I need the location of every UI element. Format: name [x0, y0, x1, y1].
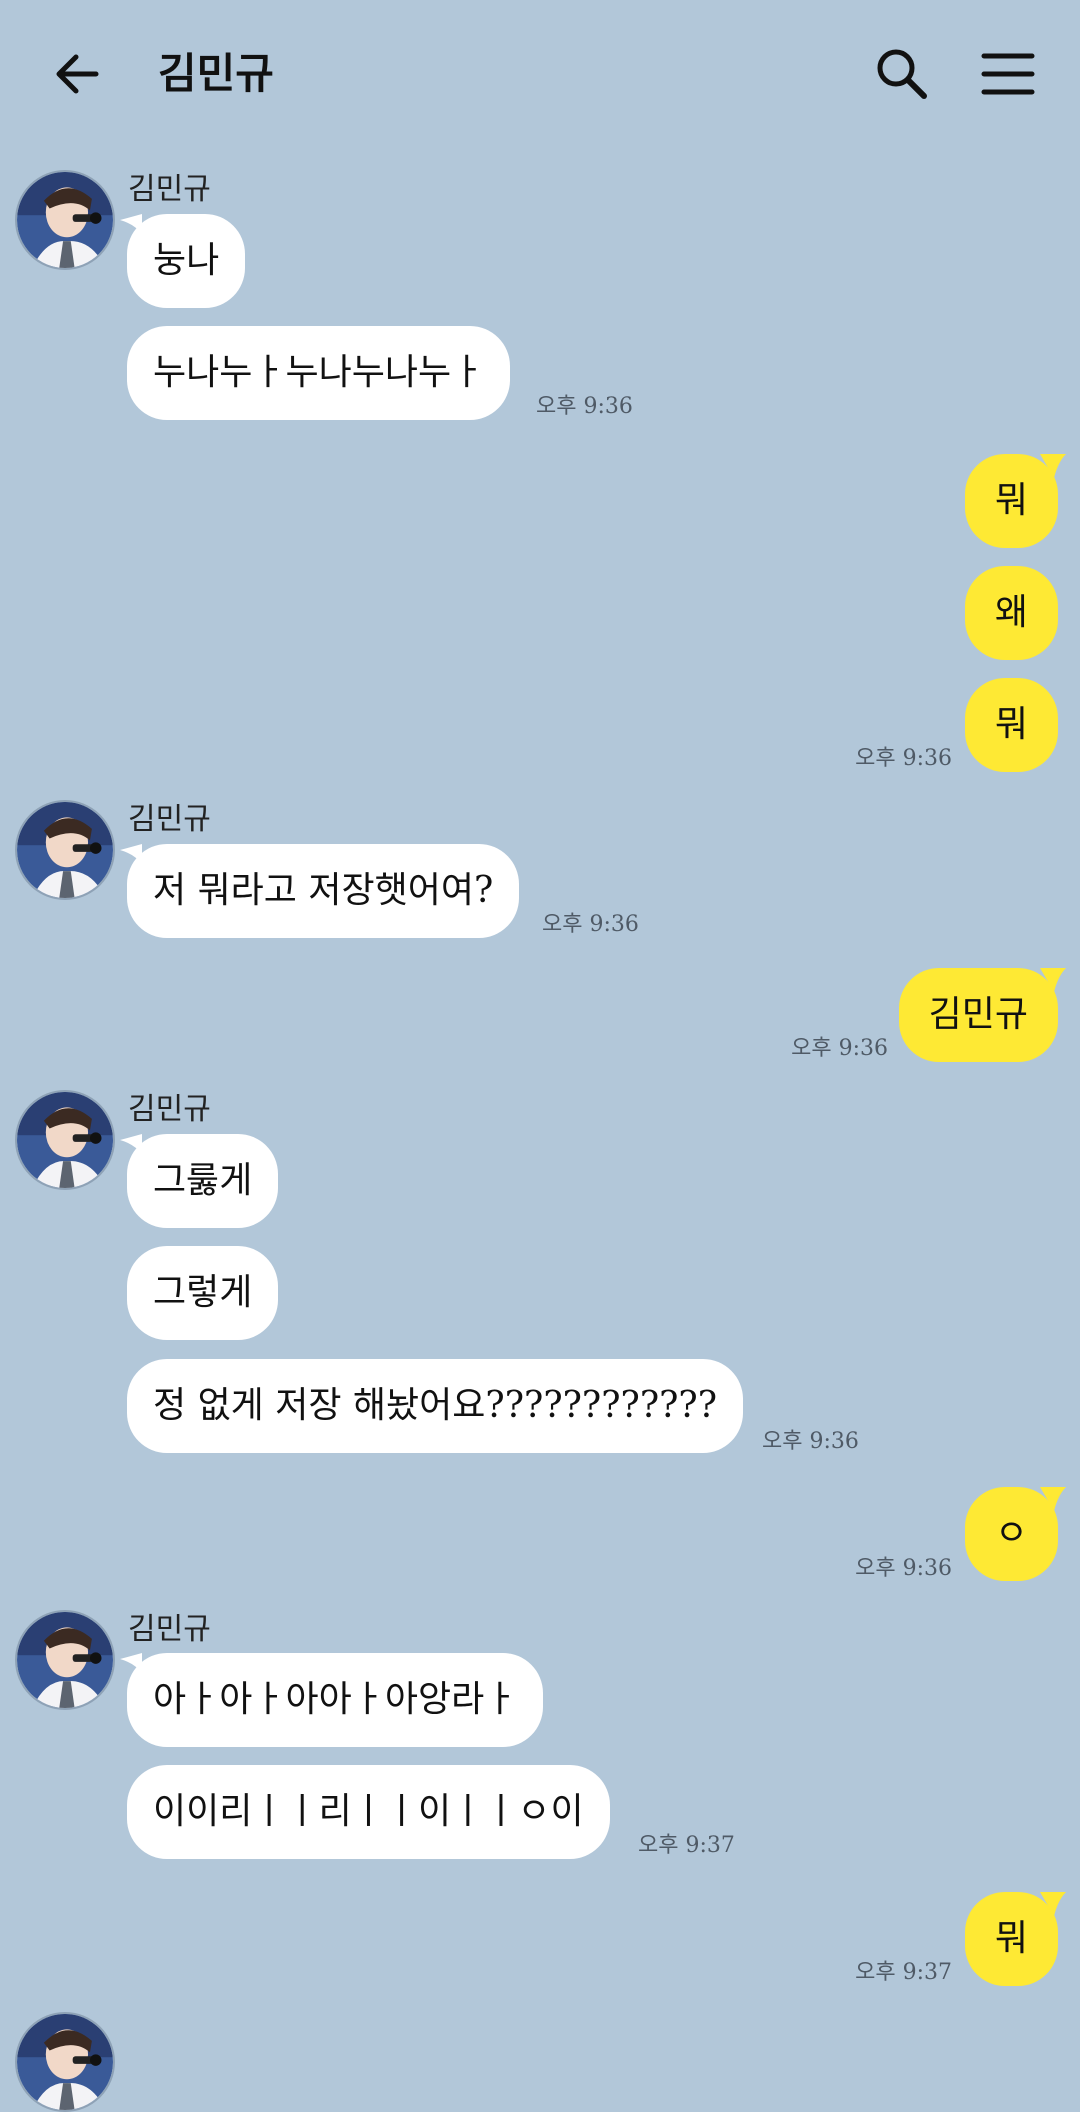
- chat-title: 김민규: [158, 49, 274, 98]
- message-time: 오후 9:36: [791, 1036, 888, 1061]
- message-time: 오후 9:37: [855, 1960, 952, 1985]
- avatar[interactable]: [15, 800, 115, 900]
- message-time: 오후 9:36: [855, 1556, 952, 1581]
- my-message-bubble[interactable]: 뭐: [964, 1892, 1058, 1986]
- hamburger-menu-icon: [981, 53, 1035, 95]
- message-bubble[interactable]: 눙나: [127, 214, 246, 308]
- message-time: 오후 9:36: [542, 912, 639, 937]
- message-bubble[interactable]: 그렇게: [127, 1246, 279, 1340]
- message-bubble[interactable]: 저 뭐라고 저장햇어여?: [127, 844, 520, 938]
- menu-button[interactable]: [978, 44, 1038, 104]
- message-time: 오후 9:37: [638, 1833, 735, 1858]
- arrow-left-icon: [56, 54, 99, 94]
- search-icon: [877, 49, 927, 99]
- avatar[interactable]: [15, 1090, 115, 1190]
- my-message-bubble[interactable]: 뭐: [964, 454, 1058, 548]
- message-time: 오후 9:36: [855, 746, 952, 771]
- message-time: 오후 9:36: [762, 1429, 859, 1454]
- chat-header: 김민규: [0, 0, 1080, 150]
- sender-name: 김민규: [128, 172, 211, 207]
- avatar[interactable]: [15, 170, 115, 270]
- message-bubble[interactable]: 그룷게: [127, 1134, 279, 1228]
- my-message-bubble[interactable]: ㅇ: [964, 1487, 1058, 1581]
- my-message-bubble[interactable]: 김민규: [898, 968, 1058, 1062]
- message-time: 오후 9:36: [536, 394, 633, 419]
- sender-name: 김민규: [128, 1092, 211, 1127]
- search-button[interactable]: [872, 44, 932, 104]
- avatar[interactable]: [15, 2012, 115, 2112]
- message-bubble[interactable]: 누나누ㅏ누나누나누ㅏ: [127, 326, 511, 420]
- sender-name: 김민규: [128, 802, 211, 837]
- message-bubble[interactable]: 정 없게 저장 해놨어요????????????: [127, 1359, 744, 1453]
- my-message-bubble[interactable]: 왜: [964, 566, 1058, 660]
- my-message-bubble[interactable]: 뭐: [964, 678, 1058, 772]
- message-bubble[interactable]: 이이리ㅣㅣ리ㅣㅣ이ㅣㅣㅇ이: [127, 1765, 610, 1859]
- message-bubble[interactable]: 아ㅏ아ㅏ아아ㅏ아앙라ㅏ: [127, 1653, 544, 1747]
- avatar[interactable]: [15, 1610, 115, 1710]
- sender-name: 김민규: [128, 1612, 211, 1647]
- back-button[interactable]: [48, 44, 108, 104]
